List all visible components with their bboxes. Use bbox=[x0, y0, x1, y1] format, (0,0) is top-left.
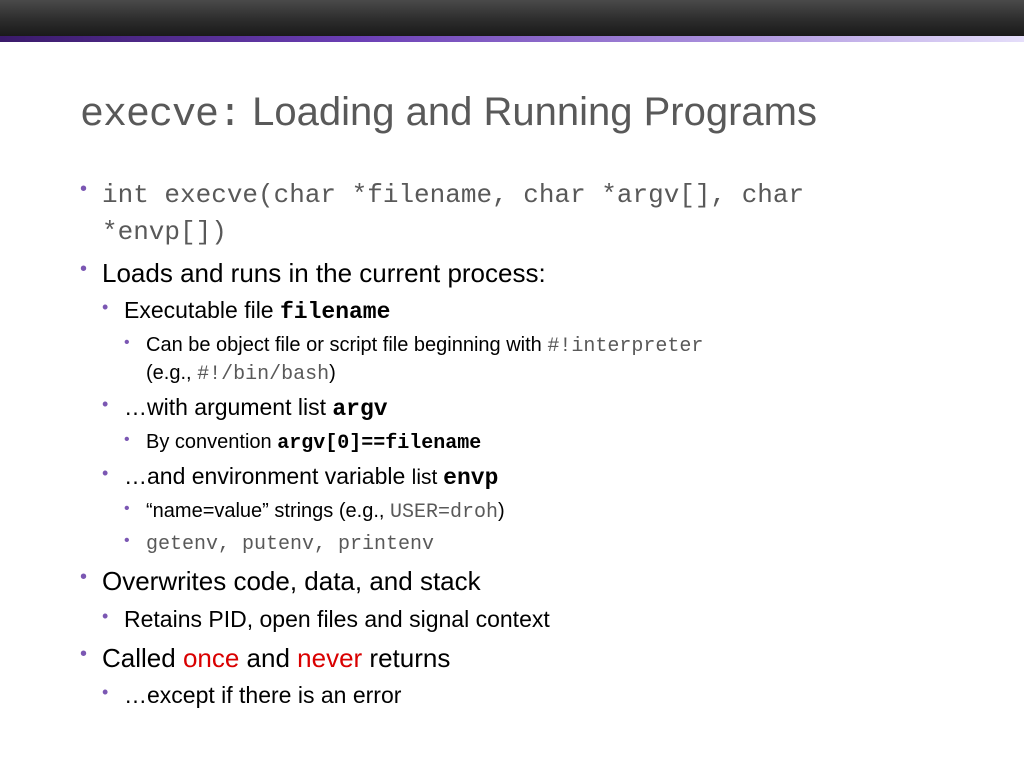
slide-content: execve: Loading and Running Programs int… bbox=[0, 42, 1024, 711]
text: Executable file bbox=[124, 297, 280, 323]
text-small: list bbox=[412, 466, 444, 489]
title-text: Loading and Running Programs bbox=[241, 90, 817, 134]
text: Retains PID, open files and signal conte… bbox=[124, 606, 550, 632]
text: By convention bbox=[146, 431, 277, 453]
slide-title: execve: Loading and Running Programs bbox=[80, 90, 944, 138]
text: ) bbox=[329, 362, 336, 384]
text: Can be object file or script file beginn… bbox=[146, 334, 547, 356]
title-code: execve: bbox=[80, 93, 241, 138]
code: argv bbox=[332, 396, 387, 422]
text: (e.g., bbox=[146, 362, 197, 384]
text: and bbox=[239, 643, 297, 673]
bullet-loads: Loads and runs in the current process: E… bbox=[80, 256, 944, 558]
bullet-called: Called once and never returns …except if… bbox=[80, 641, 944, 711]
code: envp bbox=[443, 465, 498, 491]
bullet-object-file: Can be object file or script file beginn… bbox=[124, 332, 944, 388]
text: …except if there is an error bbox=[124, 682, 401, 708]
bullet-argv0: By convention argv[0]==filename bbox=[124, 429, 944, 457]
bullet-namevalue: “name=value” strings (e.g., USER=droh) bbox=[124, 498, 944, 526]
text: ) bbox=[498, 500, 505, 522]
bullet-signature: int execve(char *filename, char *argv[],… bbox=[80, 176, 944, 250]
text: returns bbox=[362, 643, 450, 673]
code: #!/bin/bash bbox=[197, 363, 329, 386]
code: argv[0]==filename bbox=[277, 432, 481, 455]
bullet-except: …except if there is an error bbox=[102, 680, 944, 711]
text: “name=value” strings (e.g., bbox=[146, 500, 390, 522]
text: …with argument list bbox=[124, 394, 332, 420]
bullet-retains: Retains PID, open files and signal conte… bbox=[102, 604, 944, 635]
code: USER=droh bbox=[390, 501, 498, 524]
text: Overwrites code, data, and stack bbox=[102, 566, 481, 596]
code: filename bbox=[280, 299, 390, 325]
text-red: never bbox=[297, 643, 362, 673]
bullet-overwrites: Overwrites code, data, and stack Retains… bbox=[80, 564, 944, 634]
slide: execve: Loading and Running Programs int… bbox=[0, 0, 1024, 768]
text-red: once bbox=[183, 643, 239, 673]
text: Called bbox=[102, 643, 183, 673]
bullet-env-funcs: getenv, putenv, printenv bbox=[124, 530, 944, 558]
text: …and environment variable bbox=[124, 463, 412, 489]
top-bar bbox=[0, 0, 1024, 36]
bullet-list: int execve(char *filename, char *argv[],… bbox=[80, 176, 944, 711]
signature-text: int execve(char *filename, char *argv[],… bbox=[102, 180, 804, 247]
bullet-envp: …and environment variable list envp “nam… bbox=[102, 461, 944, 558]
code: #!interpreter bbox=[547, 335, 703, 358]
bullet-executable: Executable file filename Can be object f… bbox=[102, 295, 944, 388]
bullet-argv: …with argument list argv By convention a… bbox=[102, 392, 944, 457]
text: Loads and runs in the current process: bbox=[102, 258, 546, 288]
code: getenv, putenv, printenv bbox=[146, 533, 434, 556]
